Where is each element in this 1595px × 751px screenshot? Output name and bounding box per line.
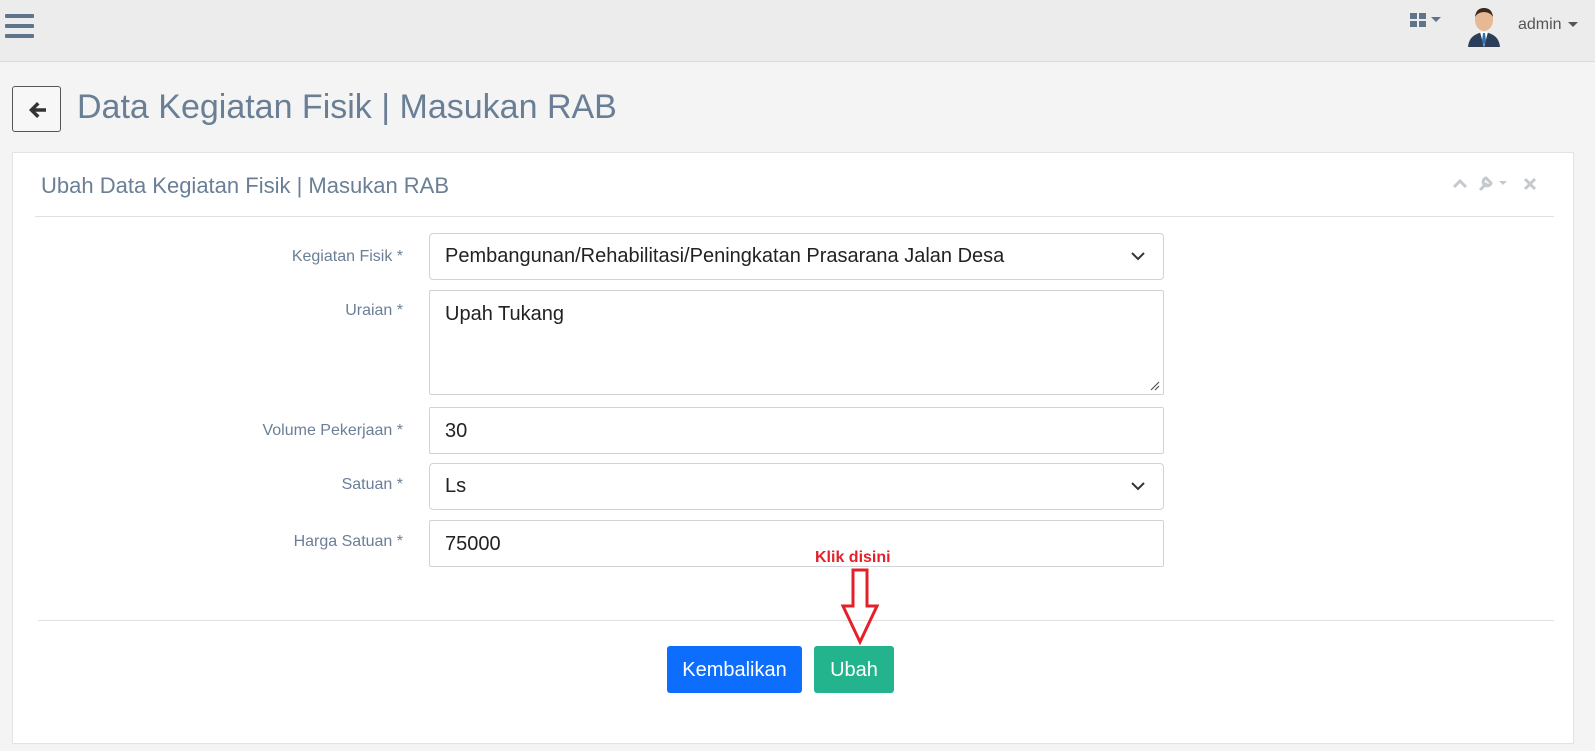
panel-title: Ubah Data Kegiatan Fisik | Masukan RAB xyxy=(41,173,450,198)
kegiatan-fisik-select[interactable]: Pembangunan/Rehabilitasi/Peningkatan Pra… xyxy=(429,233,1164,280)
close-icon[interactable] xyxy=(1521,175,1539,193)
apps-menu-button[interactable] xyxy=(1410,11,1450,31)
arrow-down-icon xyxy=(840,568,880,646)
chevron-down-icon xyxy=(1131,252,1145,261)
arrow-left-icon xyxy=(29,102,46,118)
kegiatan-fisik-label: Kegiatan Fisik * xyxy=(291,248,403,265)
harga-input[interactable]: 75000 xyxy=(429,520,1164,567)
satuan-label: Satuan * xyxy=(341,476,403,493)
form-footer-divider xyxy=(38,620,1554,621)
panel-divider xyxy=(35,216,1554,217)
uraian-value: Upah Tukang xyxy=(445,303,564,325)
grid-icon xyxy=(1410,13,1441,27)
ubah-button[interactable]: Ubah xyxy=(814,646,894,693)
annotation-label: Klik disini xyxy=(815,549,891,566)
kegiatan-fisik-value: Pembangunan/Rehabilitasi/Peningkatan Pra… xyxy=(445,245,1005,267)
top-navbar: admin xyxy=(0,0,1595,62)
hamburger-icon[interactable] xyxy=(5,14,34,40)
user-menu[interactable]: admin xyxy=(1518,16,1578,36)
satuan-select[interactable]: Ls xyxy=(429,463,1164,510)
harga-value: 75000 xyxy=(445,533,501,555)
panel-tools xyxy=(1451,175,1553,195)
user-avatar[interactable] xyxy=(1466,7,1502,47)
page-title: Data Kegiatan Fisik | Masukan RAB xyxy=(77,88,617,126)
resize-handle-icon[interactable] xyxy=(1150,381,1160,391)
back-button[interactable] xyxy=(12,86,61,132)
volume-label: Volume Pekerjaan * xyxy=(262,422,403,439)
caret-down-icon xyxy=(1567,22,1578,28)
uraian-label: Uraian * xyxy=(345,302,403,319)
volume-value: 30 xyxy=(445,420,468,442)
user-name: admin xyxy=(1518,16,1562,33)
uraian-textarea[interactable]: Upah Tukang xyxy=(429,290,1164,395)
kembalikan-button[interactable]: Kembalikan xyxy=(667,646,802,693)
chevron-down-icon xyxy=(1131,482,1145,491)
chevron-up-icon[interactable] xyxy=(1451,175,1469,193)
wrench-icon[interactable] xyxy=(1477,175,1511,193)
harga-label: Harga Satuan * xyxy=(293,533,403,550)
volume-input[interactable]: 30 xyxy=(429,407,1164,454)
satuan-value: Ls xyxy=(445,475,467,497)
